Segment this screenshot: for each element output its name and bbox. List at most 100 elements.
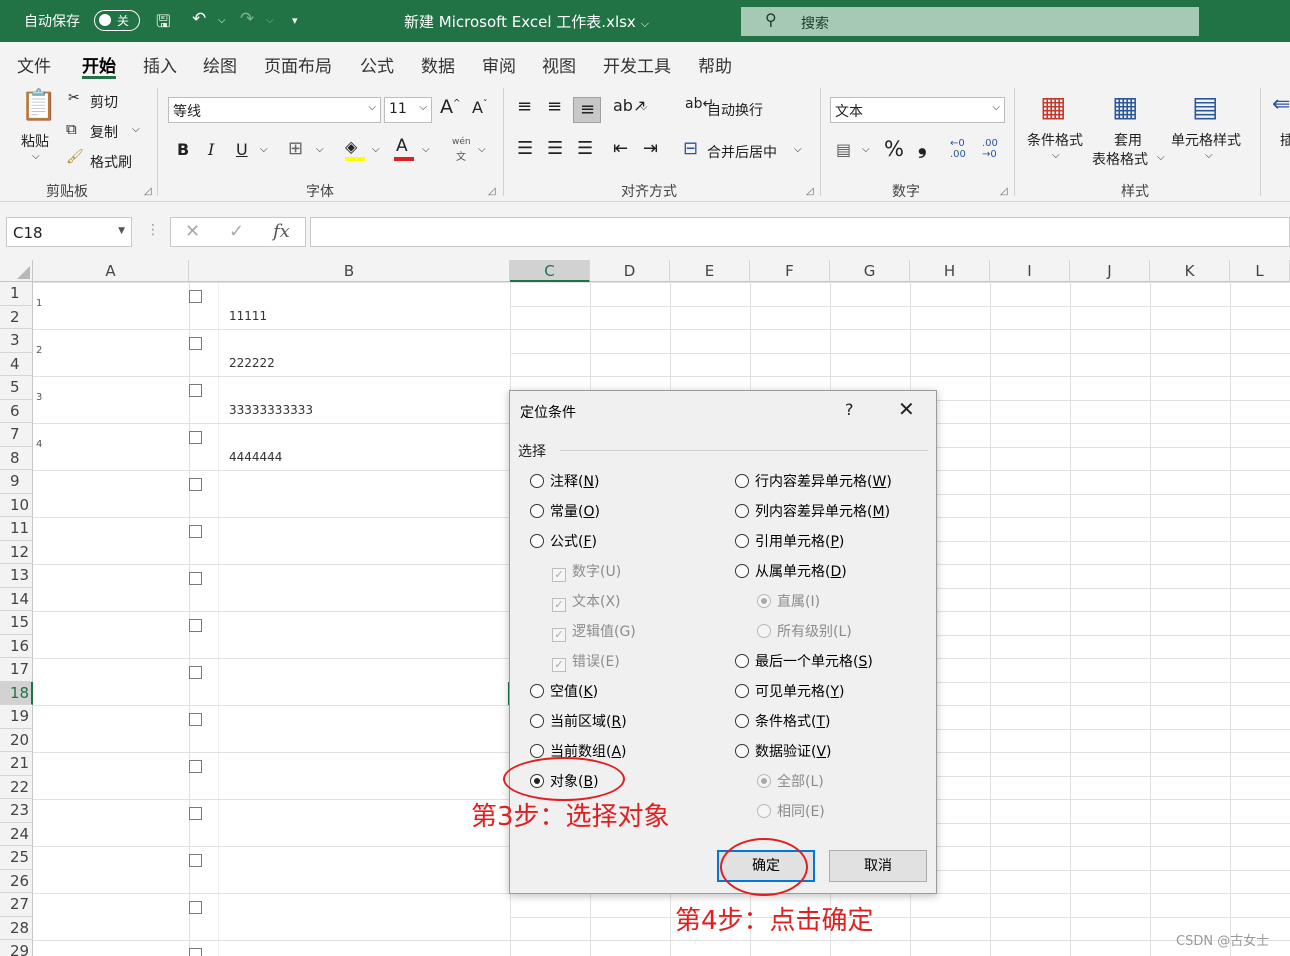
option-d-right-opts[interactable]: 从属单元格(D) bbox=[735, 561, 847, 581]
format-as-table-label-2[interactable]: 表格格式 bbox=[1092, 149, 1148, 169]
form-checkbox[interactable] bbox=[189, 384, 202, 397]
column-header-d[interactable]: D bbox=[590, 260, 670, 282]
percent-style-button[interactable]: % bbox=[884, 137, 904, 161]
row-header-2[interactable]: 2 bbox=[0, 305, 33, 329]
cell-styles-dropdown-icon[interactable]: ⌵ bbox=[1205, 150, 1213, 161]
column-header-e[interactable]: E bbox=[670, 260, 750, 282]
border-dropdown-icon[interactable]: ⌵ bbox=[316, 144, 324, 155]
drag-handle-icon[interactable]: ⋮ bbox=[146, 222, 160, 238]
option-k-left-opts[interactable]: 空值(K) bbox=[530, 681, 598, 701]
insert-cells-icon[interactable]: ⇚ bbox=[1272, 92, 1290, 117]
row-header-11[interactable]: 11 bbox=[0, 517, 33, 541]
align-bottom-button[interactable]: ≡ bbox=[573, 97, 601, 123]
format-painter-button[interactable]: 格式刷 bbox=[90, 152, 132, 172]
tab-view[interactable]: 视图 bbox=[542, 52, 576, 77]
row-header-21[interactable]: 21 bbox=[0, 752, 33, 776]
font-name-combo[interactable]: 等线 ⌵ bbox=[168, 97, 381, 123]
column-header-f[interactable]: F bbox=[750, 260, 830, 282]
decrease-decimal-icon[interactable]: .00 →0 bbox=[982, 138, 998, 160]
row-header-17[interactable]: 17 bbox=[0, 658, 33, 682]
option-s-right-opts[interactable]: 最后一个单元格(S) bbox=[735, 651, 873, 671]
align-top-icon[interactable]: ≡ bbox=[517, 96, 532, 117]
form-checkbox[interactable] bbox=[189, 478, 202, 491]
orientation-dropdown-icon[interactable]: ⌵ bbox=[640, 102, 648, 113]
row-header-13[interactable]: 13 bbox=[0, 564, 33, 588]
alignment-launcher-icon[interactable]: ◿ bbox=[806, 186, 814, 197]
align-center-icon[interactable]: ☰ bbox=[547, 138, 563, 159]
save-icon[interactable]: 🖫 bbox=[156, 9, 170, 38]
tab-data[interactable]: 数据 bbox=[421, 52, 455, 77]
copy-dropdown-icon[interactable]: ⌵ bbox=[132, 124, 140, 135]
cut-button[interactable]: 剪切 bbox=[90, 92, 118, 112]
fill-color-icon[interactable]: ◈ bbox=[345, 137, 357, 156]
form-checkbox[interactable] bbox=[189, 290, 202, 303]
number-format-combo[interactable]: 文本 ⌵ bbox=[830, 97, 1005, 123]
form-checkbox[interactable] bbox=[189, 525, 202, 538]
search-box[interactable]: ⚲ 搜索 bbox=[741, 7, 1199, 36]
undo-dropdown-icon[interactable]: ⌵ bbox=[218, 15, 226, 26]
paste-icon[interactable]: 📋 bbox=[20, 88, 57, 123]
font-launcher-icon[interactable]: ◿ bbox=[488, 186, 496, 197]
redo-dropdown-icon[interactable]: ⌵ bbox=[266, 15, 274, 26]
paste-dropdown-icon[interactable]: ⌵ bbox=[32, 151, 40, 162]
option-m-right-opts[interactable]: 列内容差异单元格(M) bbox=[735, 501, 890, 521]
format-as-table-icon[interactable]: ▦ bbox=[1112, 90, 1138, 123]
column-header-j[interactable]: J bbox=[1070, 260, 1150, 282]
paste-button[interactable]: 粘贴 bbox=[21, 131, 49, 151]
option-y-right-opts[interactable]: 可见单元格(Y) bbox=[735, 681, 845, 701]
phonetic-top[interactable]: wén bbox=[452, 137, 471, 147]
row-header-28[interactable]: 28 bbox=[0, 916, 33, 940]
column-header-l[interactable]: L bbox=[1230, 260, 1290, 282]
document-title[interactable]: 新建 Microsoft Excel 工作表.xlsx ⌵ bbox=[404, 11, 649, 32]
formula-input[interactable] bbox=[310, 217, 1290, 247]
underline-button[interactable]: U bbox=[236, 140, 248, 159]
font-color-dropdown-icon[interactable]: ⌵ bbox=[422, 144, 430, 155]
form-checkbox[interactable] bbox=[189, 901, 202, 914]
align-left-icon[interactable]: ☰ bbox=[517, 138, 533, 159]
increase-indent-icon[interactable]: ⇥ bbox=[643, 138, 658, 159]
column-header-b[interactable]: B bbox=[189, 260, 510, 282]
row-header-4[interactable]: 4 bbox=[0, 352, 33, 376]
help-icon[interactable]: ? bbox=[845, 400, 854, 419]
row-header-8[interactable]: 8 bbox=[0, 446, 33, 470]
tab-developer[interactable]: 开发工具 bbox=[603, 52, 671, 77]
form-checkbox[interactable] bbox=[189, 337, 202, 350]
tab-insert[interactable]: 插入 bbox=[143, 52, 177, 77]
clipboard-launcher-icon[interactable]: ◿ bbox=[144, 186, 152, 197]
format-as-table-dropdown-icon[interactable]: ⌵ bbox=[1157, 152, 1165, 163]
option-o-left-opts[interactable]: 常量(O) bbox=[530, 501, 600, 521]
phonetic-icon[interactable]: 文 bbox=[456, 148, 466, 163]
increase-decimal-icon[interactable]: ←0.00 bbox=[950, 138, 966, 160]
tab-formulas[interactable]: 公式 bbox=[360, 52, 394, 77]
row-header-12[interactable]: 12 bbox=[0, 540, 33, 564]
format-as-table-label-1[interactable]: 套用 bbox=[1114, 130, 1142, 150]
option-r-left-opts[interactable]: 当前区域(R) bbox=[530, 711, 627, 731]
shrink-font-icon[interactable]: Aˇ bbox=[472, 98, 487, 117]
underline-dropdown-icon[interactable]: ⌵ bbox=[260, 144, 268, 155]
font-color-icon[interactable]: A bbox=[396, 136, 408, 156]
name-box[interactable]: C18 ▼ bbox=[6, 217, 132, 247]
option-w-right-opts[interactable]: 行内容差异单元格(W) bbox=[735, 471, 892, 491]
cancel-button[interactable]: 取消 bbox=[829, 850, 927, 882]
accounting-format-icon[interactable]: ▤ bbox=[836, 140, 851, 159]
row-header-25[interactable]: 25 bbox=[0, 846, 33, 870]
row-header-23[interactable]: 23 bbox=[0, 799, 33, 823]
phonetic-dropdown-icon[interactable]: ⌵ bbox=[478, 144, 486, 155]
copy-icon[interactable]: ⧉ bbox=[66, 120, 77, 138]
align-middle-icon[interactable]: ≡ bbox=[547, 96, 562, 117]
form-checkbox[interactable] bbox=[189, 713, 202, 726]
cancel-icon[interactable]: ✕ bbox=[185, 221, 200, 242]
redo-icon[interactable]: ↷ bbox=[240, 9, 254, 29]
conditional-formatting-button[interactable]: 条件格式 bbox=[1027, 130, 1083, 150]
font-size-combo[interactable]: 11 ⌵ bbox=[384, 97, 432, 123]
row-header-14[interactable]: 14 bbox=[0, 587, 33, 611]
option-t-right-opts[interactable]: 条件格式(T) bbox=[735, 711, 831, 731]
enter-icon[interactable]: ✓ bbox=[229, 221, 244, 242]
row-header-26[interactable]: 26 bbox=[0, 869, 33, 893]
cell-styles-icon[interactable]: ▤ bbox=[1192, 90, 1218, 123]
row-header-1[interactable]: 1 bbox=[0, 282, 33, 306]
insert-cells-button[interactable]: 插 bbox=[1280, 130, 1290, 150]
fill-color-dropdown-icon[interactable]: ⌵ bbox=[372, 144, 380, 155]
column-header-h[interactable]: H bbox=[910, 260, 990, 282]
decrease-indent-icon[interactable]: ⇤ bbox=[613, 138, 628, 159]
